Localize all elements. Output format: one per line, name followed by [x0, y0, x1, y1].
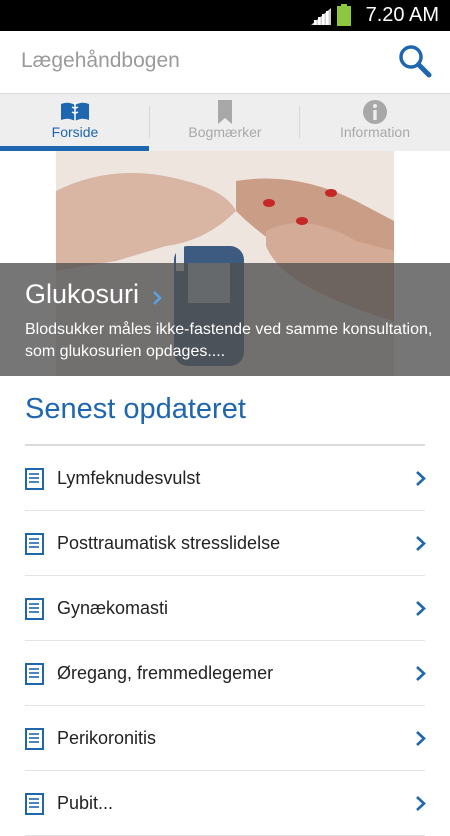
chevron-right-icon	[416, 666, 426, 681]
chevron-right-icon	[416, 536, 426, 551]
tab-bar: Forside Bogmærker Information	[0, 93, 450, 151]
document-icon	[25, 728, 44, 750]
tab-bogmaerker[interactable]: Bogmærker	[150, 94, 300, 151]
chevron-right-icon	[416, 731, 426, 746]
chevron-right-icon	[416, 471, 426, 486]
bookmark-icon	[218, 100, 232, 124]
featured-title: Glukosuri	[25, 279, 140, 309]
tab-label: Forside	[51, 124, 99, 140]
chevron-right-icon	[416, 601, 426, 616]
book-icon	[61, 102, 89, 122]
list-item-label: Øregang, fremmedlegemer	[57, 663, 274, 683]
document-icon	[25, 468, 44, 490]
app-title: Lægehåndbogen	[21, 49, 180, 72]
list-item-label: Perikoronitis	[57, 728, 157, 748]
signal-icon	[311, 8, 331, 25]
info-icon	[363, 100, 387, 124]
chevron-right-icon	[153, 291, 162, 305]
tab-divider	[299, 106, 300, 138]
tab-information[interactable]: Information	[300, 94, 450, 151]
tab-forside[interactable]: Forside	[0, 94, 150, 151]
app-bar: Lægehåndbogen	[0, 31, 450, 93]
list-item[interactable]: Gynækomasti	[25, 576, 426, 641]
section-heading: Senest opdateret	[25, 393, 246, 425]
list-item-label: Gynækomasti	[57, 598, 169, 618]
status-bar: 7.20 AM	[0, 0, 450, 31]
tab-label: Information	[339, 124, 411, 140]
featured-article[interactable]: Glukosuri Blodsukker måles ikke-fastende…	[0, 151, 450, 376]
tab-divider	[149, 106, 150, 138]
list-item-label: Posttraumatisk stresslidelse	[57, 533, 281, 553]
document-icon	[25, 598, 44, 620]
list-item[interactable]: Perikoronitis	[25, 706, 426, 771]
list-item[interactable]: Lymfeknudesvulst	[25, 446, 426, 511]
document-icon	[25, 663, 44, 685]
status-time: 7.20 AM	[365, 4, 439, 26]
list-item[interactable]: Øregang, fremmedlegemer	[25, 641, 426, 706]
list-item[interactable]: Pubit...	[25, 771, 426, 836]
document-icon	[25, 793, 44, 815]
document-icon	[25, 533, 44, 555]
featured-summary: Blodsukker måles ikke-fastende ved samme…	[25, 321, 433, 360]
tab-label: Bogmærker	[188, 124, 262, 140]
search-icon[interactable]	[398, 44, 432, 78]
list-item-label: Lymfeknudesvulst	[57, 468, 201, 488]
battery-icon	[337, 4, 351, 26]
chevron-right-icon	[416, 796, 426, 811]
list-item[interactable]: Posttraumatisk stresslidelse	[25, 511, 426, 576]
list-item-label: Pubit...	[57, 793, 114, 813]
